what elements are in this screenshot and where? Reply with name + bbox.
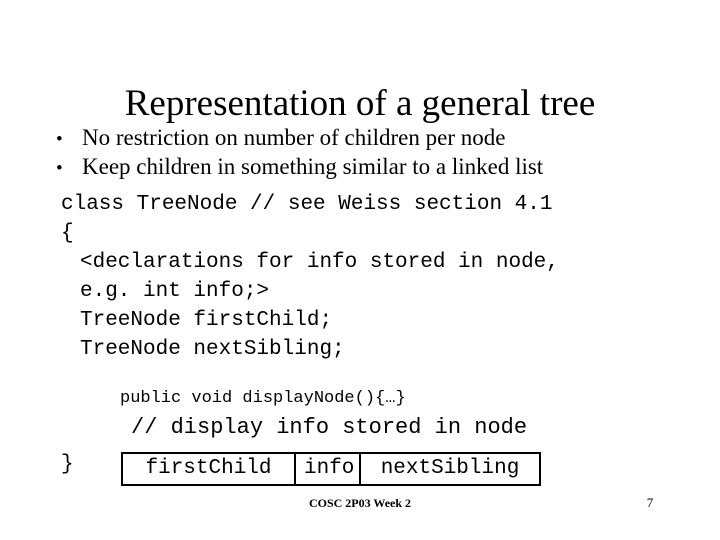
bullet-text: Keep children in something similar to a … [82, 154, 544, 179]
page-number: 7 [646, 495, 654, 510]
code-line: <declarations for info stored in node, [80, 251, 559, 274]
code-line: TreeNode nextSibling; [80, 338, 345, 361]
code-line: { [61, 222, 74, 245]
bullet-text: No restriction on number of children per… [82, 125, 506, 150]
code-method-line: public void displayNode(){…} [120, 389, 406, 408]
footer-course-label: COSC 2P03 Week 2 [308, 496, 412, 510]
page-title: Representation of a general tree [124, 82, 596, 124]
bullet-icon: • [56, 158, 63, 179]
node-cell-first-child: firstChild [145, 457, 272, 480]
node-diagram: firstChild info nextSibling [121, 452, 541, 486]
node-cell-next-sibling: nextSibling [359, 454, 539, 484]
list-item: • Keep children in something similar to … [56, 153, 696, 182]
code-line: e.g. int info;> [80, 280, 270, 303]
code-block: class TreeNode // see Weiss section 4.1 … [61, 190, 559, 364]
code-line: class TreeNode // see Weiss section 4.1 [61, 193, 553, 216]
bullet-list: • No restriction on number of children p… [56, 124, 696, 182]
bullet-icon: • [56, 129, 63, 150]
node-cell-info: info [294, 454, 359, 484]
code-line: TreeNode firstChild; [80, 309, 333, 332]
code-closing-brace: } [61, 453, 74, 476]
list-item: • No restriction on number of children p… [56, 124, 696, 153]
code-comment-line: // display info stored in node [131, 415, 528, 440]
slide-canvas: Representation of a general tree • No re… [0, 0, 720, 540]
